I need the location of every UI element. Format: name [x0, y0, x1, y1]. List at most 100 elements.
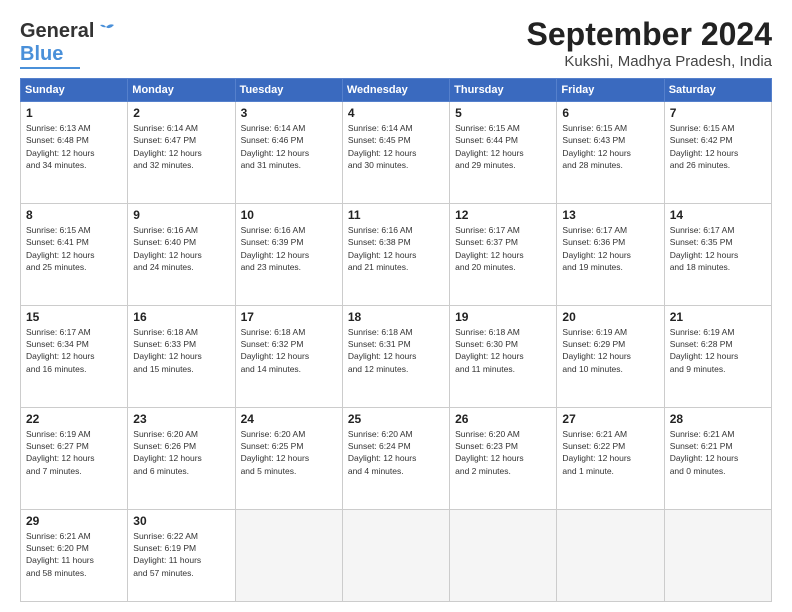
day-number: 9	[133, 208, 229, 222]
table-row: 7 Sunrise: 6:15 AM Sunset: 6:42 PM Daylig…	[664, 102, 771, 204]
day-number: 22	[26, 412, 122, 426]
day-info: Sunrise: 6:15 AM Sunset: 6:44 PM Dayligh…	[455, 122, 551, 171]
day-info: Sunrise: 6:19 AM Sunset: 6:27 PM Dayligh…	[26, 428, 122, 477]
table-row	[557, 509, 664, 601]
page: General Blue September 2024 Kukshi, Madh…	[0, 0, 792, 612]
day-number: 13	[562, 208, 658, 222]
day-info: Sunrise: 6:17 AM Sunset: 6:37 PM Dayligh…	[455, 224, 551, 273]
col-saturday: Saturday	[664, 79, 771, 102]
day-number: 30	[133, 514, 229, 528]
table-row: 13 Sunrise: 6:17 AM Sunset: 6:36 PM Dayli…	[557, 203, 664, 305]
table-row: 16Sunrise: 6:18 AM Sunset: 6:33 PM Dayli…	[128, 305, 235, 407]
day-info: Sunrise: 6:13 AM Sunset: 6:48 PM Dayligh…	[26, 122, 122, 171]
table-row: 4Sunrise: 6:14 AM Sunset: 6:45 PM Daylig…	[342, 102, 449, 204]
day-number: 16	[133, 310, 229, 324]
day-number: 10	[241, 208, 337, 222]
table-row: 10 Sunrise: 6:16 AM Sunset: 6:39 PM Dayli…	[235, 203, 342, 305]
day-number: 28	[670, 412, 766, 426]
day-info: Sunrise: 6:15 AM Sunset: 6:41 PM Dayligh…	[26, 224, 122, 273]
table-row	[342, 509, 449, 601]
day-info: Sunrise: 6:14 AM Sunset: 6:46 PM Dayligh…	[241, 122, 337, 171]
page-header: General Blue September 2024 Kukshi, Madh…	[20, 16, 772, 70]
day-number: 26	[455, 412, 551, 426]
day-number: 11	[348, 208, 444, 222]
day-number: 17	[241, 310, 337, 324]
table-row: 18 Sunrise: 6:18 AM Sunset: 6:31 PM Dayli…	[342, 305, 449, 407]
day-info: Sunrise: 6:18 AM Sunset: 6:30 PM Dayligh…	[455, 326, 551, 375]
day-number: 21	[670, 310, 766, 324]
table-row: 8 Sunrise: 6:15 AM Sunset: 6:41 PM Daylig…	[21, 203, 128, 305]
table-row: 15 Sunrise: 6:17 AM Sunset: 6:34 PM Dayli…	[21, 305, 128, 407]
table-row: 6 Sunrise: 6:15 AM Sunset: 6:43 PM Daylig…	[557, 102, 664, 204]
day-number: 18	[348, 310, 444, 324]
table-row: 23 Sunrise: 6:20 AM Sunset: 6:26 PM Dayli…	[128, 407, 235, 509]
day-info: Sunrise: 6:20 AM Sunset: 6:26 PM Dayligh…	[133, 428, 229, 477]
col-sunday: Sunday	[21, 79, 128, 102]
day-info: Sunrise: 6:20 AM Sunset: 6:23 PM Dayligh…	[455, 428, 551, 477]
day-info: Sunrise: 6:16 AM Sunset: 6:38 PM Dayligh…	[348, 224, 444, 273]
table-row	[235, 509, 342, 601]
day-number: 15	[26, 310, 122, 324]
table-row: 5 Sunrise: 6:15 AM Sunset: 6:44 PM Daylig…	[450, 102, 557, 204]
day-info: Sunrise: 6:19 AM Sunset: 6:29 PM Dayligh…	[562, 326, 658, 375]
day-info: Sunrise: 6:21 AM Sunset: 6:21 PM Dayligh…	[670, 428, 766, 477]
day-info: Sunrise: 6:15 AM Sunset: 6:43 PM Dayligh…	[562, 122, 658, 171]
col-friday: Friday	[557, 79, 664, 102]
day-number: 27	[562, 412, 658, 426]
table-row: 17 Sunrise: 6:18 AM Sunset: 6:32 PM Dayli…	[235, 305, 342, 407]
day-number: 24	[241, 412, 337, 426]
day-info: Sunrise: 6:20 AM Sunset: 6:25 PM Dayligh…	[241, 428, 337, 477]
logo-text: General	[20, 20, 94, 42]
day-number: 6	[562, 106, 658, 120]
table-row: 3 Sunrise: 6:14 AM Sunset: 6:46 PM Daylig…	[235, 102, 342, 204]
day-info: Sunrise: 6:17 AM Sunset: 6:34 PM Dayligh…	[26, 326, 122, 375]
table-row: 28 Sunrise: 6:21 AM Sunset: 6:21 PM Dayli…	[664, 407, 771, 509]
day-info: Sunrise: 6:16 AM Sunset: 6:39 PM Dayligh…	[241, 224, 337, 273]
logo-blue-text: Blue	[20, 43, 63, 66]
day-info: Sunrise: 6:20 AM Sunset: 6:24 PM Dayligh…	[348, 428, 444, 477]
table-row: 19 Sunrise: 6:18 AM Sunset: 6:30 PM Dayli…	[450, 305, 557, 407]
table-row: 21 Sunrise: 6:19 AM Sunset: 6:28 PM Dayli…	[664, 305, 771, 407]
day-number: 5	[455, 106, 551, 120]
table-row: 12 Sunrise: 6:17 AM Sunset: 6:37 PM Dayli…	[450, 203, 557, 305]
day-info: Sunrise: 6:14 AM Sunset: 6:47 PM Dayligh…	[133, 122, 229, 171]
day-info: Sunrise: 6:18 AM Sunset: 6:31 PM Dayligh…	[348, 326, 444, 375]
day-info: Sunrise: 6:17 AM Sunset: 6:36 PM Dayligh…	[562, 224, 658, 273]
day-number: 3	[241, 106, 337, 120]
day-info: Sunrise: 6:22 AM Sunset: 6:19 PM Dayligh…	[133, 530, 229, 579]
table-row	[664, 509, 771, 601]
day-info: Sunrise: 6:16 AM Sunset: 6:40 PM Dayligh…	[133, 224, 229, 273]
day-number: 25	[348, 412, 444, 426]
day-info: Sunrise: 6:15 AM Sunset: 6:42 PM Dayligh…	[670, 122, 766, 171]
table-row: 30 Sunrise: 6:22 AM Sunset: 6:19 PM Dayli…	[128, 509, 235, 601]
logo: General Blue	[20, 20, 118, 69]
calendar-table: Sunday Monday Tuesday Wednesday Thursday…	[20, 78, 772, 602]
table-row: 9 Sunrise: 6:16 AM Sunset: 6:40 PM Daylig…	[128, 203, 235, 305]
location: Kukshi, Madhya Pradesh, India	[527, 53, 772, 70]
table-row: 27Sunrise: 6:21 AM Sunset: 6:22 PM Dayli…	[557, 407, 664, 509]
table-row: 25 Sunrise: 6:20 AM Sunset: 6:24 PM Dayli…	[342, 407, 449, 509]
table-row: 20Sunrise: 6:19 AM Sunset: 6:29 PM Dayli…	[557, 305, 664, 407]
day-info: Sunrise: 6:19 AM Sunset: 6:28 PM Dayligh…	[670, 326, 766, 375]
col-monday: Monday	[128, 79, 235, 102]
day-info: Sunrise: 6:14 AM Sunset: 6:45 PM Dayligh…	[348, 122, 444, 171]
table-row: 29Sunrise: 6:21 AM Sunset: 6:20 PM Dayli…	[21, 509, 128, 601]
day-number: 8	[26, 208, 122, 222]
day-number: 2	[133, 106, 229, 120]
table-row: 1 Sunrise: 6:13 AM Sunset: 6:48 PM Daylig…	[21, 102, 128, 204]
day-number: 1	[26, 106, 122, 120]
table-row	[450, 509, 557, 601]
logo-underline	[20, 67, 80, 69]
day-number: 29	[26, 514, 122, 528]
table-row: 2 Sunrise: 6:14 AM Sunset: 6:47 PM Daylig…	[128, 102, 235, 204]
day-info: Sunrise: 6:17 AM Sunset: 6:35 PM Dayligh…	[670, 224, 766, 273]
day-number: 12	[455, 208, 551, 222]
day-number: 23	[133, 412, 229, 426]
table-row: 22 Sunrise: 6:19 AM Sunset: 6:27 PM Dayli…	[21, 407, 128, 509]
table-row: 26 Sunrise: 6:20 AM Sunset: 6:23 PM Dayli…	[450, 407, 557, 509]
day-number: 7	[670, 106, 766, 120]
day-info: Sunrise: 6:18 AM Sunset: 6:32 PM Dayligh…	[241, 326, 337, 375]
table-row: 24 Sunrise: 6:20 AM Sunset: 6:25 PM Dayli…	[235, 407, 342, 509]
day-number: 19	[455, 310, 551, 324]
table-row: 14Sunrise: 6:17 AM Sunset: 6:35 PM Dayli…	[664, 203, 771, 305]
